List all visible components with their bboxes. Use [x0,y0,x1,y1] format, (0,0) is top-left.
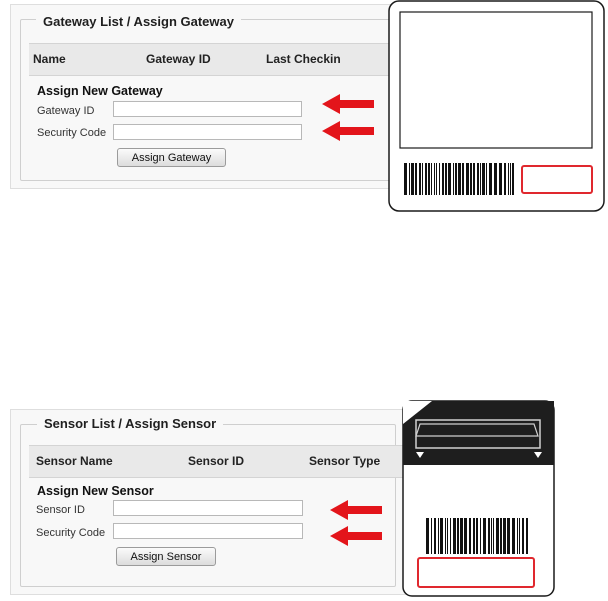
column-header-sensor-id[interactable]: Sensor ID [188,454,244,468]
arrow-left-icon [330,526,382,546]
column-header-sensor-name[interactable]: Sensor Name [36,454,113,468]
gateway-device-illustration [388,0,605,212]
sensor-id-input[interactable] [113,500,303,516]
assign-gateway-button[interactable]: Assign Gateway [117,148,226,167]
sensor-device-illustration [402,400,555,597]
arrow-left-icon [322,121,374,141]
barcode-icon [426,518,528,554]
gateway-id-input[interactable] [113,101,302,117]
column-header-last-checkin[interactable]: Last Checkin [266,52,341,66]
assign-gateway-title: Assign New Gateway [37,84,163,98]
sensor-security-code-input[interactable] [113,523,303,539]
column-header-gateway-id[interactable]: Gateway ID [146,52,211,66]
assign-sensor-title: Assign New Sensor [37,484,154,498]
assign-sensor-button[interactable]: Assign Sensor [116,547,216,566]
sensor-legend: Sensor List / Assign Sensor [37,416,224,431]
gateway-list-header: Name Gateway ID Last Checkin [29,43,406,76]
arrow-left-icon [322,94,374,114]
gateway-legend: Gateway List / Assign Gateway [36,14,241,29]
column-header-name[interactable]: Name [33,52,66,66]
arrow-left-icon [330,500,382,520]
sensor-id-label: Sensor ID [36,504,85,516]
gateway-security-code-label: Security Code [37,127,107,139]
sensor-security-code-label: Security Code [36,527,106,539]
gateway-security-code-input[interactable] [113,124,302,140]
sensor-list-header: Sensor Name Sensor ID Sensor Type [29,445,406,478]
gateway-id-label: Gateway ID [37,105,95,117]
column-header-sensor-type[interactable]: Sensor Type [309,454,380,468]
